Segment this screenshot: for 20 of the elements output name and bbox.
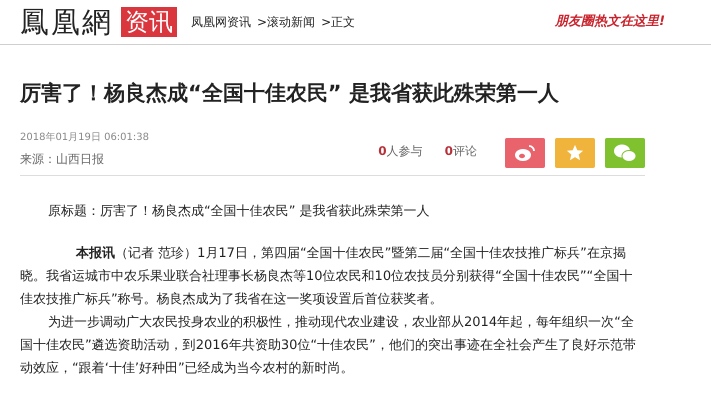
article-title: 厉害了！杨良杰成“全国十佳农民” 是我省获此殊荣第一人 — [20, 83, 560, 104]
stat-count: 0评论 — [444, 143, 477, 160]
favorite-button[interactable] — [555, 138, 595, 168]
chat-bubbles-icon — [613, 143, 637, 163]
breadcrumb-link[interactable]: >正文 — [321, 13, 356, 31]
promo-link[interactable]: 朋友圈热文在这里! — [555, 12, 665, 32]
site-logo[interactable]: 鳳凰網 — [20, 8, 113, 36]
article-paragraph: 本报讯（记者 范珍）1月17日，第四届“全国十佳农民”暨第二届“全国十佳农技推广标兵”在京揭晓。我省运城市中农乐果业联合社理事长杨良杰等10位农民和10位农技员分别获得“全国十佳农民”“全国十佳农技推广标兵”称号。杨良杰成为了我省在这一奖项设置后首位获奖者。 — [20, 244, 634, 308]
publish-time: 2018年01月19日 06:01:38 — [20, 131, 149, 145]
channel-label: 资讯 — [121, 7, 177, 37]
article-paragraph: 为进一步调动广大农民投身农业的积极性，推动现代农业建设，农业部从2014年起，每年组织一次“全国十佳农民”遴选资助活动，到2016年共资助30位“十佳农民”，他们的突出事迹在全社会产生了良好示范带动效应，“跟着‘十佳’好种田”已经成为当今农村的新时尚。 — [20, 314, 637, 378]
source-label: 来源：山西日报 — [20, 151, 105, 168]
stat-count: 0人参与 — [378, 143, 423, 160]
original-title: 原标题：厉害了！杨良杰成“全国十佳农民” 是我省获此殊荣第一人 — [48, 203, 431, 221]
breadcrumb-link[interactable]: >滚动新闻 — [257, 13, 316, 31]
wechat-share-button[interactable] — [605, 138, 645, 168]
weibo-icon — [514, 144, 536, 162]
star-icon — [566, 144, 584, 162]
breadcrumb-link[interactable]: 凤凰网资讯 — [191, 13, 251, 31]
weibo-share-button[interactable] — [505, 138, 545, 168]
